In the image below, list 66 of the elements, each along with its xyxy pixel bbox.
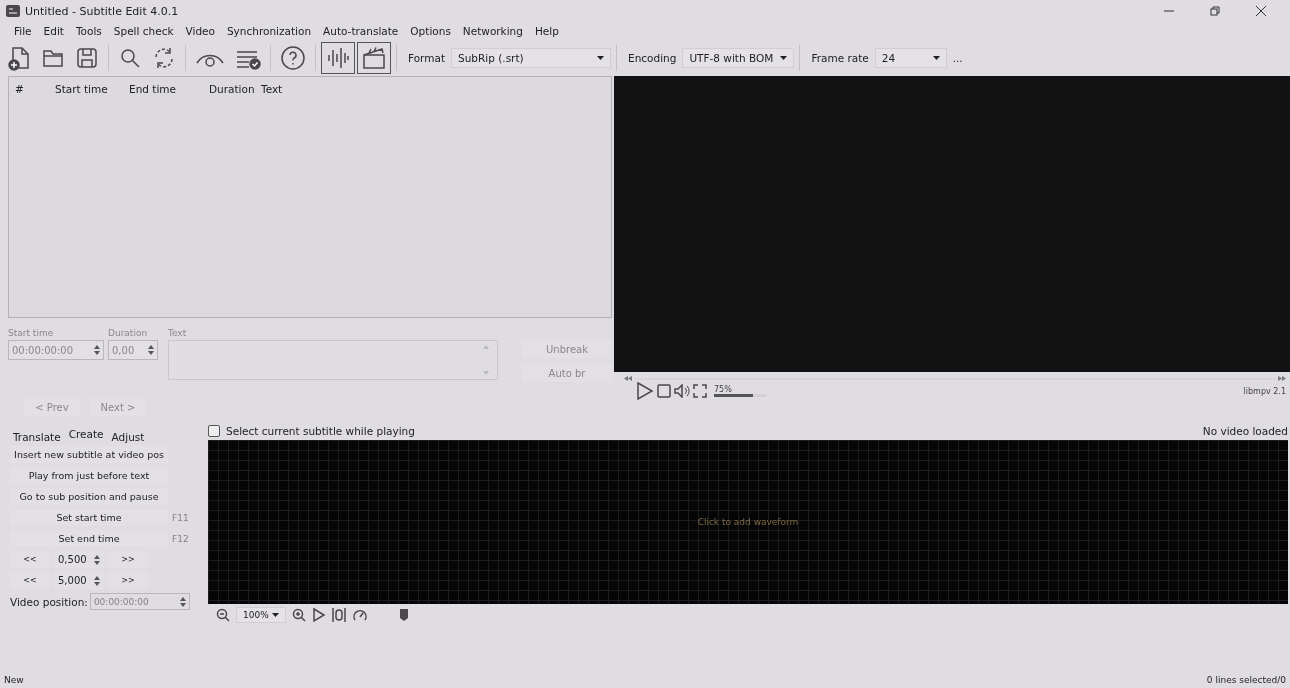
selection-status: 0 lines selected/0: [1206, 675, 1286, 685]
fullscreen-icon[interactable]: [693, 384, 707, 398]
field-label: Format: [408, 52, 445, 64]
column-header[interactable]: End time: [123, 77, 203, 101]
field-label: Video position:: [10, 595, 88, 608]
fast-forward-icon[interactable]: [1278, 376, 1286, 381]
frame-rate-dropdown[interactable]: 24: [874, 48, 947, 68]
dropdown-arrow-icon: [597, 56, 604, 60]
close-icon[interactable]: [1256, 6, 1266, 16]
menu-item[interactable]: File: [8, 25, 38, 37]
menu-item[interactable]: Options: [404, 25, 457, 37]
spin-arrows-icon[interactable]: [94, 554, 100, 565]
field-label: Start time: [8, 328, 55, 338]
shortcut-label: F11: [172, 512, 189, 523]
format-dropdown[interactable]: SubRip (.srt): [451, 48, 611, 68]
marker-icon[interactable]: [400, 609, 408, 621]
play-icon[interactable]: [312, 607, 326, 623]
rewind-icon[interactable]: [624, 376, 632, 381]
shortcut-label: F12: [172, 533, 189, 544]
speedometer-icon[interactable]: [352, 607, 368, 623]
engine-label: libmpv 2.1: [1243, 386, 1287, 396]
more-button[interactable]: ...: [948, 49, 967, 67]
play-icon[interactable]: [636, 381, 654, 401]
dropdown-arrow-icon: [272, 613, 279, 617]
menu-item[interactable]: Tools: [69, 25, 108, 37]
speaker-icon[interactable]: [674, 384, 690, 398]
menu-item[interactable]: Video: [179, 25, 221, 37]
zoom-dropdown[interactable]: 100%: [236, 607, 286, 623]
menu-item[interactable]: Synchronization: [220, 25, 318, 37]
zoom-in-icon[interactable]: [292, 608, 306, 622]
field-label: Duration: [108, 328, 149, 338]
tab[interactable]: Adjust: [108, 430, 148, 444]
tab[interactable]: Create: [65, 427, 107, 444]
dropdown-arrow-icon: [932, 56, 940, 60]
column-header[interactable]: Start time: [49, 77, 123, 101]
menu-item[interactable]: Edit: [37, 25, 70, 37]
waveform-area[interactable]: Click to add waveform: [208, 440, 1288, 604]
status-text: New: [4, 675, 24, 685]
tab[interactable]: Translate: [10, 430, 64, 444]
window-title: Untitled - Subtitle Edit 4.0.1: [25, 4, 180, 18]
select-current-checkbox[interactable]: Select current subtitle while playing: [208, 425, 415, 437]
menu-item[interactable]: Networking: [456, 25, 529, 37]
zoom-out-icon[interactable]: [216, 608, 230, 622]
app-icon: [6, 5, 20, 17]
restore-icon[interactable]: [1210, 6, 1220, 16]
field-label: Encoding: [628, 52, 677, 64]
scrollbar-arrows-icon[interactable]: [483, 345, 489, 375]
spin-arrows-icon[interactable]: [94, 575, 100, 586]
dropdown-arrow-icon: [780, 56, 788, 60]
column-header[interactable]: #: [9, 77, 49, 101]
subtitle-list[interactable]: # Start time End time Duration Text: [8, 76, 612, 318]
waveform-hint: Click to add waveform: [697, 517, 799, 527]
volume-reading: 75%: [714, 385, 733, 394]
column-header[interactable]: Text: [255, 77, 307, 101]
text-field[interactable]: [168, 340, 498, 380]
field-label: Frame rate: [811, 52, 869, 64]
menu-item[interactable]: Auto-translate: [317, 25, 405, 37]
encoding-dropdown[interactable]: UTF-8 with BOM: [682, 48, 795, 68]
center-icon[interactable]: [332, 607, 346, 623]
volume-slider[interactable]: [714, 394, 766, 397]
menu-item[interactable]: Spell check: [107, 25, 180, 37]
video-status: No video loaded: [1202, 425, 1288, 437]
stop-icon[interactable]: [657, 384, 671, 398]
menu-item[interactable]: Help: [528, 25, 565, 37]
field-label: Text: [168, 328, 188, 338]
column-header[interactable]: Duration: [203, 77, 255, 101]
